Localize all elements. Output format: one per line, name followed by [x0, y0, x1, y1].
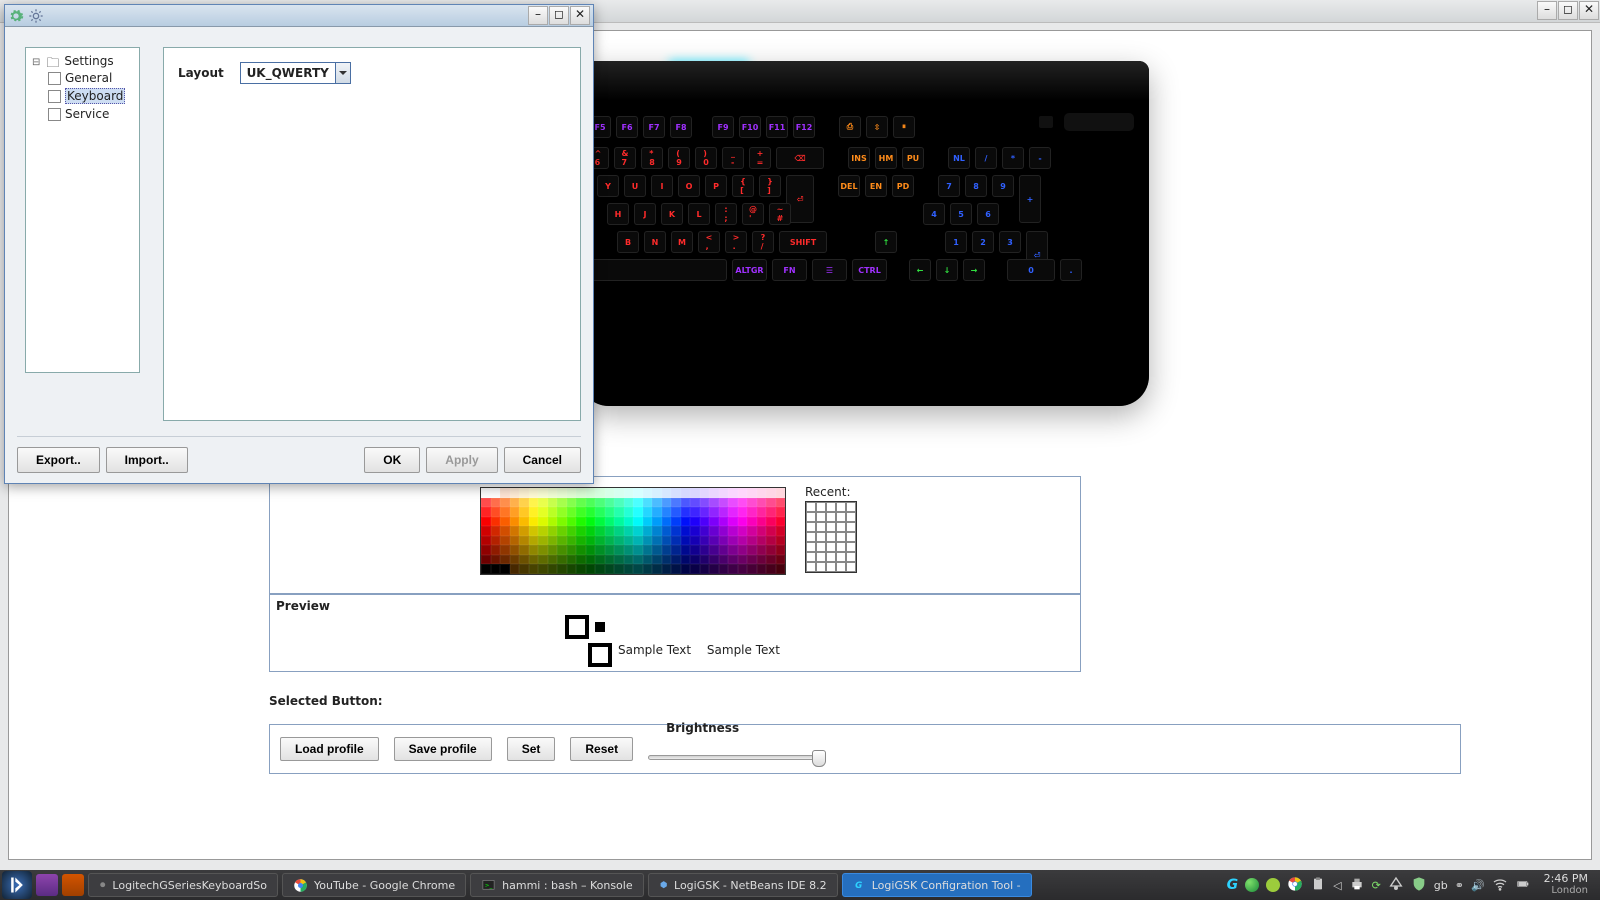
task-chrome[interactable]: YouTube - Google Chrome — [282, 873, 466, 897]
layout-label: Layout — [178, 66, 224, 80]
lower-panels: Recent: Preview Sample Text Sample Text … — [269, 476, 1081, 776]
clock[interactable]: 2:46 PM London — [1538, 873, 1594, 897]
quick-launch-2[interactable] — [62, 874, 84, 896]
settings-panel: Layout UK_QWERTY — [163, 47, 581, 421]
system-tray[interactable]: G ◁ ⟳ gb ⚭ 🔊 2:46 PM London — [1227, 873, 1600, 897]
svg-text:>_: >_ — [485, 882, 493, 888]
brightness-label: Brightness — [666, 721, 823, 735]
keyboard-glow-strip — [669, 61, 749, 67]
layout-dropdown[interactable]: UK_QWERTY — [240, 62, 351, 84]
export-button[interactable]: Export.. — [17, 447, 100, 473]
clock-tz: London — [1544, 885, 1588, 897]
tray-status-icon[interactable] — [1266, 878, 1280, 892]
recent-colors: Recent: — [805, 485, 857, 573]
brightness-slider[interactable] — [648, 755, 823, 760]
color-picker-panel: Recent: — [269, 476, 1081, 594]
volume-roller — [1064, 113, 1134, 131]
task-netbeans[interactable]: LogiGSK - NetBeans IDE 8.2 — [648, 873, 838, 897]
layout-value: UK_QWERTY — [241, 64, 335, 82]
close-button[interactable]: ✕ — [1579, 1, 1599, 20]
tree-item-general[interactable]: General — [46, 70, 135, 86]
dialog-button-row: Export.. Import.. OK Apply Cancel — [17, 447, 581, 473]
tray-keyboard-layout[interactable]: gb — [1434, 879, 1448, 892]
selected-button-label: Selected Button: — [269, 694, 383, 708]
tray-clipboard-icon[interactable] — [1310, 876, 1326, 895]
keyboard-illustration: ARX DOCK RELEASE NUM LOCK CAPS LOCK SCRO… — [579, 61, 1149, 406]
tray-volume-icon[interactable]: 🔊 — [1471, 879, 1485, 892]
settings-tree[interactable]: Settings General Keyboard Service — [25, 47, 140, 373]
tray-update-icon[interactable]: ⟳ — [1372, 879, 1381, 892]
dialog-separator — [17, 436, 581, 437]
load-profile-button[interactable]: Load profile — [280, 737, 379, 761]
clock-time: 2:46 PM — [1544, 873, 1588, 885]
tray-link-icon[interactable]: ⚭ — [1455, 879, 1464, 892]
minimize-button[interactable]: – — [1537, 1, 1557, 20]
tree-item-keyboard[interactable]: Keyboard — [46, 87, 135, 105]
gear2-icon — [28, 8, 44, 24]
task-logigsk[interactable]: GLogiGSK Configration Tool - — [842, 873, 1032, 897]
preview-label: Preview — [276, 599, 330, 613]
recent-label: Recent: — [805, 485, 851, 499]
tray-expand-icon[interactable]: ◁ — [1333, 879, 1341, 892]
task-konsole[interactable]: >_hammi : bash – Konsole — [470, 873, 643, 897]
media-keys: ⏮▶❚❚⏹⏭ — [1050, 73, 1127, 84]
set-button[interactable]: Set — [507, 737, 556, 761]
dialog-maximize-button[interactable]: ◻ — [549, 6, 569, 25]
gear-icon — [8, 8, 24, 24]
ok-button[interactable]: OK — [364, 447, 420, 473]
task-gear[interactable]: LogitechGSeriesKeyboardSo — [88, 873, 278, 897]
chevron-down-icon[interactable] — [335, 63, 350, 83]
save-profile-button[interactable]: Save profile — [394, 737, 492, 761]
tray-battery-icon[interactable] — [1515, 876, 1531, 895]
quick-launch-1[interactable] — [36, 874, 58, 896]
tree-root-settings[interactable]: Settings — [30, 53, 135, 69]
arx-label: ARX DOCK RELEASE — [644, 87, 769, 96]
tray-app-g-icon[interactable]: G — [1227, 877, 1239, 893]
dialog-close-button[interactable]: ✕ — [570, 6, 590, 25]
apply-button[interactable]: Apply — [426, 447, 497, 473]
tray-network-icon[interactable] — [1492, 876, 1508, 895]
dialog-minimize-button[interactable]: – — [528, 6, 548, 25]
tree-item-service[interactable]: Service — [46, 106, 135, 122]
tray-printer-icon[interactable] — [1349, 876, 1365, 895]
lock-labels: NUM LOCK CAPS LOCK SCROLL LOCK — [913, 67, 954, 91]
import-button[interactable]: Import.. — [106, 447, 188, 473]
tray-chrome-icon[interactable] — [1287, 876, 1303, 895]
taskbar[interactable]: LogitechGSeriesKeyboardSoYouTube - Googl… — [0, 870, 1600, 900]
kde-menu-button[interactable] — [2, 871, 32, 899]
svg-text:G: G — [855, 881, 862, 891]
maximize-button[interactable]: ◻ — [1558, 1, 1578, 20]
slider-thumb[interactable] — [812, 750, 826, 767]
tray-globe-icon[interactable] — [1245, 878, 1259, 892]
reset-button[interactable]: Reset — [570, 737, 633, 761]
preview-panel: Preview Sample Text Sample Text Sample T… — [269, 594, 1081, 672]
bottom-controls: Load profile Save profile Set Reset Brig… — [269, 724, 1461, 774]
color-swatches[interactable] — [480, 487, 786, 575]
recent-grid[interactable] — [805, 501, 857, 573]
settings-dialog: – ◻ ✕ Settings General Keyboard Service … — [4, 4, 594, 484]
tray-drive-icon[interactable] — [1388, 876, 1404, 895]
cancel-button[interactable]: Cancel — [504, 447, 581, 473]
tray-shield-icon[interactable] — [1411, 876, 1427, 895]
dialog-titlebar[interactable]: – ◻ ✕ — [5, 5, 593, 27]
